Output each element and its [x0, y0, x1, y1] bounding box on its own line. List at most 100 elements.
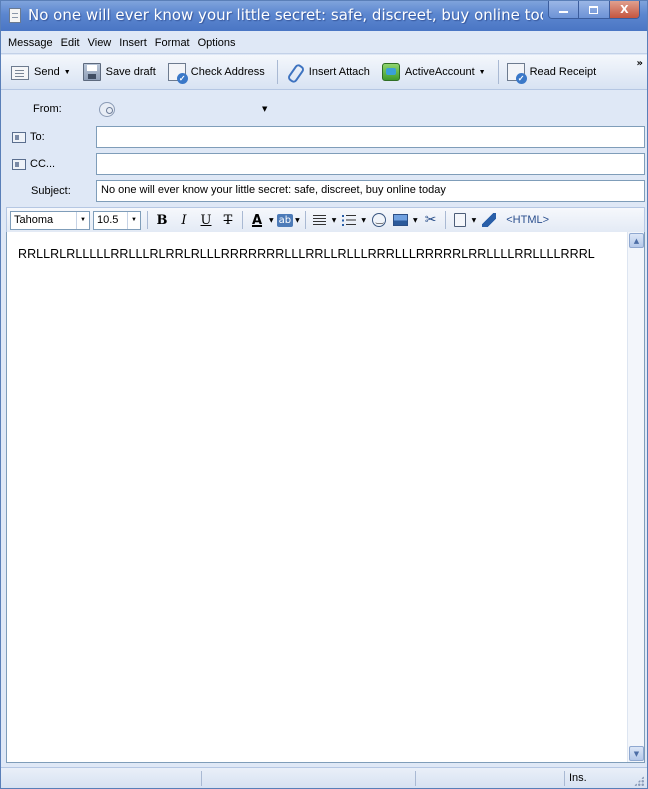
- emoticon-button[interactable]: [369, 210, 389, 230]
- strikethrough-icon: T: [223, 212, 233, 228]
- account-icon: [99, 101, 115, 117]
- highlight-dropdown-icon[interactable]: ▼: [295, 217, 300, 224]
- menu-view[interactable]: View: [85, 37, 115, 49]
- paste-icon: [453, 213, 466, 227]
- toolbar-separator: [276, 60, 278, 84]
- format-separator: [242, 211, 243, 229]
- menu-options[interactable]: Options: [195, 37, 239, 49]
- menu-message[interactable]: Message: [5, 37, 56, 49]
- send-label: Send: [34, 66, 60, 78]
- minimize-icon: [559, 11, 569, 13]
- read-receipt-icon: [506, 63, 527, 84]
- align-left-icon: [313, 214, 327, 226]
- menu-bar: Message Edit View Insert Format Options: [1, 32, 647, 54]
- toolbar-separator: [497, 60, 499, 84]
- to-button[interactable]: To:: [12, 131, 45, 143]
- send-icon: [11, 66, 29, 80]
- body-text: RRLLRLRLLLLLRRLLLRLRRLRLLLRRRRRRRLLLRRLL…: [18, 247, 595, 261]
- font-color-icon: A: [251, 212, 263, 228]
- compose-window: No one will ever know your little secret…: [0, 0, 648, 789]
- subject-field[interactable]: No one will ever know your little secret…: [96, 180, 645, 202]
- bold-button[interactable]: B: [152, 210, 172, 230]
- from-label: From:: [33, 103, 62, 115]
- scroll-down-button[interactable]: ▼: [629, 746, 644, 761]
- underline-icon: U: [200, 212, 212, 228]
- save-draft-button[interactable]: Save draft: [79, 59, 160, 85]
- align-button[interactable]: [310, 210, 330, 230]
- close-button[interactable]: X: [608, 1, 639, 18]
- status-separator: [415, 771, 416, 786]
- from-label-text: From:: [33, 103, 62, 115]
- arrow-down-icon: ▼: [633, 749, 640, 758]
- paste-button[interactable]: [450, 210, 470, 230]
- active-account-button[interactable]: ActiveAccount ▼: [378, 59, 490, 85]
- font-color-dropdown-icon[interactable]: ▼: [269, 217, 274, 224]
- strikethrough-button[interactable]: T: [218, 210, 238, 230]
- active-account-dropdown-icon[interactable]: ▼: [479, 69, 486, 76]
- cc-button[interactable]: CC...: [12, 158, 55, 170]
- insert-attach-button[interactable]: Insert Attach: [282, 59, 374, 85]
- to-label-text: To:: [30, 131, 45, 143]
- minimize-button[interactable]: [549, 1, 579, 18]
- save-draft-label: Save draft: [105, 66, 156, 78]
- bold-icon: B: [156, 212, 168, 228]
- check-address-button[interactable]: Check Address: [164, 59, 269, 85]
- send-button[interactable]: Send ▼: [7, 59, 75, 85]
- paperclip-icon: [286, 63, 304, 81]
- subject-label-text: Subject:: [31, 185, 71, 197]
- insert-mode-indicator: Ins.: [569, 772, 587, 784]
- format-separator: [147, 211, 148, 229]
- cc-field[interactable]: [96, 153, 645, 175]
- font-size-value: 10.5: [97, 214, 119, 226]
- cut-button[interactable]: ✂: [421, 210, 441, 230]
- list-dropdown-icon[interactable]: ▼: [361, 217, 366, 224]
- format-separator: [444, 211, 446, 229]
- send-dropdown-icon[interactable]: ▼: [64, 69, 71, 76]
- paste-dropdown-icon[interactable]: ▼: [472, 217, 477, 224]
- vertical-scrollbar[interactable]: ▲ ▼: [627, 232, 644, 762]
- highlight-icon: ab: [278, 214, 292, 226]
- highlight-button[interactable]: ab: [276, 213, 294, 227]
- brush-icon: [482, 213, 497, 227]
- check-address-icon: [167, 63, 188, 84]
- scroll-up-button[interactable]: ▲: [629, 233, 644, 248]
- font-name-select[interactable]: Tahoma ▼: [10, 210, 90, 230]
- font-size-select[interactable]: 10.5 ▼: [93, 210, 141, 230]
- maximize-button[interactable]: [578, 1, 609, 18]
- from-selector[interactable]: ▼: [99, 101, 267, 117]
- resize-grip-icon[interactable]: [634, 776, 644, 786]
- insert-image-button[interactable]: [391, 210, 411, 230]
- status-bar: Ins.: [1, 767, 647, 788]
- font-size-dropdown-icon[interactable]: ▼: [127, 211, 140, 229]
- window-controls: X: [548, 1, 640, 19]
- font-name-value: Tahoma: [14, 214, 54, 226]
- list-button[interactable]: [339, 210, 359, 230]
- maximize-icon: [589, 5, 599, 14]
- menu-insert[interactable]: Insert: [116, 37, 150, 49]
- message-body[interactable]: RRLLRLRLLLLLRRLLLRLRRLRLLLRRRRRRRLLLRRLL…: [6, 232, 645, 763]
- menu-edit[interactable]: Edit: [58, 37, 83, 49]
- image-icon: [393, 214, 409, 226]
- clear-format-button[interactable]: [479, 210, 499, 230]
- html-mode-button[interactable]: <HTML>: [506, 214, 549, 226]
- align-dropdown-icon[interactable]: ▼: [332, 217, 337, 224]
- italic-button[interactable]: I: [174, 210, 194, 230]
- smiley-icon: [371, 213, 386, 227]
- read-receipt-label: Read Receipt: [529, 66, 597, 78]
- underline-button[interactable]: U: [196, 210, 216, 230]
- close-icon: X: [620, 3, 629, 16]
- from-dropdown-icon[interactable]: ▼: [262, 105, 267, 113]
- document-icon: [9, 8, 21, 23]
- toolbar-overflow-icon[interactable]: »: [637, 58, 643, 69]
- font-name-dropdown-icon[interactable]: ▼: [76, 211, 89, 229]
- active-account-icon: [381, 63, 400, 81]
- font-color-button[interactable]: A: [247, 210, 267, 230]
- format-toolbar: Tahoma ▼ 10.5 ▼ B I U T A ▼ ab ▼ ▼ ▼ ▼ ✂…: [6, 207, 645, 233]
- status-separator: [564, 771, 565, 786]
- title-bar[interactable]: No one will ever know your little secret…: [1, 1, 647, 31]
- read-receipt-button[interactable]: Read Receipt: [503, 59, 601, 85]
- menu-format[interactable]: Format: [152, 37, 193, 49]
- italic-icon: I: [181, 212, 187, 228]
- image-dropdown-icon[interactable]: ▼: [413, 217, 418, 224]
- to-field[interactable]: [96, 126, 645, 148]
